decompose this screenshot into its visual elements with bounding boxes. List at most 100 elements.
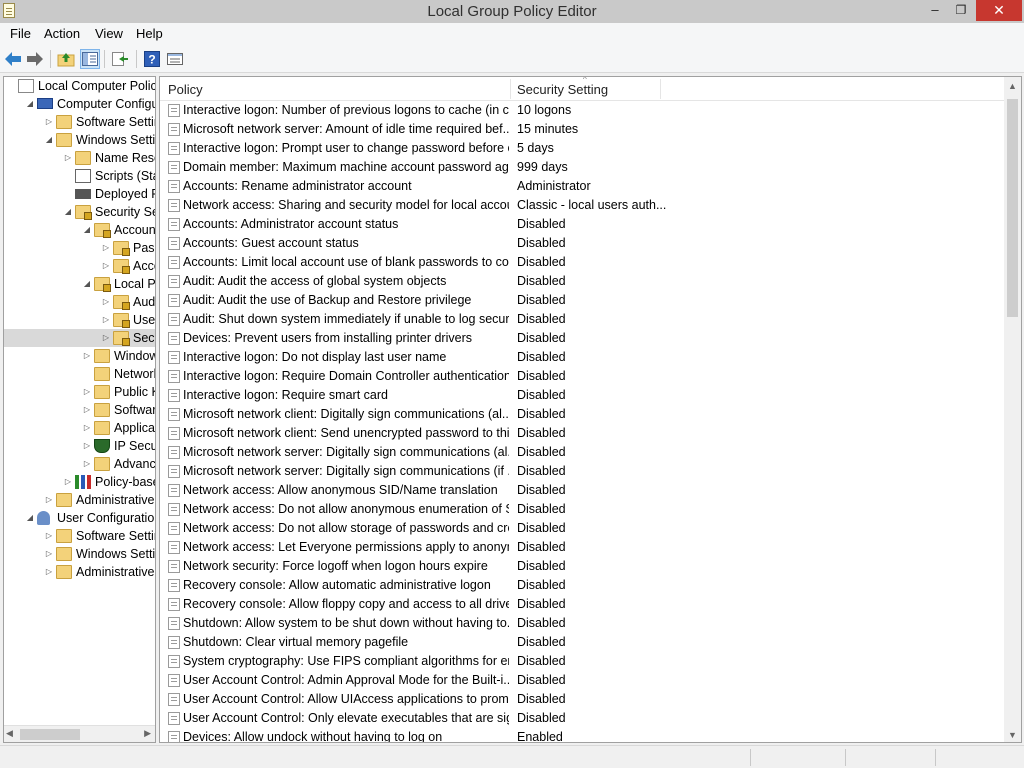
tree-item[interactable]: ▷ User R	[4, 311, 155, 329]
policy-row[interactable]: System cryptography: Use FIPS compliant …	[160, 652, 1006, 671]
menu-file[interactable]: File	[10, 26, 31, 41]
restore-button[interactable]: ❐	[948, 0, 974, 21]
expand-icon[interactable]: ▷	[82, 437, 92, 455]
policy-row[interactable]: Interactive logon: Do not display last u…	[160, 348, 1006, 367]
tree-item[interactable]: ▷ Advanced	[4, 455, 155, 473]
policy-row[interactable]: Microsoft network server: Digitally sign…	[160, 443, 1006, 462]
tree-item[interactable]: ◢ Local Poli	[4, 275, 155, 293]
tree-horizontal-scrollbar[interactable]: ◀ ▶	[4, 725, 155, 742]
collapse-icon[interactable]: ◢	[25, 95, 35, 113]
policy-row[interactable]: Accounts: Limit local account use of bla…	[160, 253, 1006, 272]
tree-item[interactable]: ▷ Public Key	[4, 383, 155, 401]
policy-row[interactable]: Recovery console: Allow floppy copy and …	[160, 595, 1006, 614]
policy-row[interactable]: Microsoft network server: Amount of idle…	[160, 120, 1006, 139]
tree-item[interactable]: ▷ Software F	[4, 401, 155, 419]
menu-view[interactable]: View	[95, 26, 123, 41]
tree-item[interactable]: ◢ Security Settin	[4, 203, 155, 221]
policy-row[interactable]: Network access: Let Everyone permissions…	[160, 538, 1006, 557]
collapse-icon[interactable]: ◢	[44, 131, 54, 149]
collapse-icon[interactable]: ◢	[25, 509, 35, 527]
expand-icon[interactable]: ▷	[44, 527, 54, 545]
collapse-icon[interactable]: ◢	[63, 203, 73, 221]
policy-row[interactable]: Microsoft network client: Digitally sign…	[160, 405, 1006, 424]
policy-row[interactable]: User Account Control: Only elevate execu…	[160, 709, 1006, 728]
tree-item[interactable]: ▷ Accou	[4, 257, 155, 275]
policy-row[interactable]: Interactive logon: Require Domain Contro…	[160, 367, 1006, 386]
policy-row[interactable]: Interactive logon: Number of previous lo…	[160, 101, 1006, 120]
tree-item[interactable]: ▷ Software Settings	[4, 527, 155, 545]
tree-item[interactable]: ▷ Name Resolu	[4, 149, 155, 167]
expand-icon[interactable]: ▷	[44, 491, 54, 509]
tree-item[interactable]: ◢ User Configuration	[4, 509, 155, 527]
tree-item[interactable]: ◢ Computer Configura	[4, 95, 155, 113]
expand-icon[interactable]: ▷	[101, 239, 111, 257]
column-header-security-setting[interactable]: Security Setting	[517, 82, 608, 97]
policy-row[interactable]: Network access: Do not allow storage of …	[160, 519, 1006, 538]
expand-icon[interactable]: ▷	[101, 257, 111, 275]
policy-row[interactable]: Microsoft network client: Send unencrypt…	[160, 424, 1006, 443]
show-hide-console-tree-button[interactable]	[80, 49, 100, 69]
policy-row[interactable]: Devices: Allow undock without having to …	[160, 728, 1006, 742]
column-header-policy[interactable]: Policy	[168, 82, 203, 97]
scroll-left-arrow-icon[interactable]: ◀	[6, 728, 13, 739]
collapse-icon[interactable]: ◢	[82, 275, 92, 293]
policy-row[interactable]: Accounts: Administrator account status Di…	[160, 215, 1006, 234]
policy-row[interactable]: Interactive logon: Require smart card Dis…	[160, 386, 1006, 405]
policy-row[interactable]: Network access: Allow anonymous SID/Name…	[160, 481, 1006, 500]
expand-icon[interactable]: ▷	[63, 149, 73, 167]
tree-item[interactable]: ▷ IP Security	[4, 437, 155, 455]
minimize-button[interactable]: –	[922, 0, 948, 21]
tree-item[interactable]: ▷ Windows	[4, 347, 155, 365]
policy-row[interactable]: Audit: Shut down system immediately if u…	[160, 310, 1006, 329]
policy-row[interactable]: Microsoft network server: Digitally sign…	[160, 462, 1006, 481]
policy-row[interactable]: User Account Control: Admin Approval Mod…	[160, 671, 1006, 690]
expand-icon[interactable]: ▷	[44, 563, 54, 581]
policy-row[interactable]: Recovery console: Allow automatic admini…	[160, 576, 1006, 595]
expand-icon[interactable]: ▷	[82, 347, 92, 365]
policy-row[interactable]: Network access: Do not allow anonymous e…	[160, 500, 1006, 519]
policy-row[interactable]: Network security: Force logoff when logo…	[160, 557, 1006, 576]
properties-button[interactable]	[165, 49, 185, 69]
policy-row[interactable]: Network access: Sharing and security mod…	[160, 196, 1006, 215]
tree-item[interactable]: ▷ Windows Setting	[4, 545, 155, 563]
tree-item[interactable]: ▷ Software Settings	[4, 113, 155, 131]
tree-item[interactable]: ◢ Windows Setting	[4, 131, 155, 149]
policy-row[interactable]: User Account Control: Allow UIAccess app…	[160, 690, 1006, 709]
policy-row[interactable]: Devices: Prevent users from installing p…	[160, 329, 1006, 348]
expand-icon[interactable]: ▷	[44, 113, 54, 131]
scroll-up-arrow-icon[interactable]: ▲	[1008, 81, 1017, 91]
policy-row[interactable]: Accounts: Guest account status Disabled	[160, 234, 1006, 253]
help-button[interactable]: ?	[142, 49, 162, 69]
forward-button[interactable]	[25, 49, 45, 69]
scroll-thumb[interactable]	[20, 729, 80, 740]
scroll-down-arrow-icon[interactable]: ▼	[1008, 730, 1017, 740]
tree-item[interactable]: Deployed Prin	[4, 185, 155, 203]
expand-icon[interactable]: ▷	[82, 401, 92, 419]
tree-item[interactable]: ◢ Account P	[4, 221, 155, 239]
policy-row[interactable]: Audit: Audit the access of global system…	[160, 272, 1006, 291]
expand-icon[interactable]: ▷	[101, 311, 111, 329]
tree-item[interactable]: ▷ Securi	[4, 329, 155, 347]
tree-item[interactable]: ▷ Administrative Te	[4, 563, 155, 581]
policy-row[interactable]: Audit: Audit the use of Backup and Resto…	[160, 291, 1006, 310]
back-button[interactable]	[3, 49, 23, 69]
column-divider[interactable]	[510, 79, 511, 99]
export-list-button[interactable]	[110, 49, 130, 69]
tree-item[interactable]: Scripts (Startu	[4, 167, 155, 185]
menu-action[interactable]: Action	[44, 26, 80, 41]
list-vertical-scrollbar[interactable]: ▲ ▼	[1004, 77, 1021, 742]
up-one-level-button[interactable]	[56, 49, 76, 69]
expand-icon[interactable]: ▷	[82, 419, 92, 437]
scroll-thumb[interactable]	[1007, 99, 1018, 317]
column-divider[interactable]	[660, 79, 661, 99]
policy-row[interactable]: Shutdown: Allow system to be shut down w…	[160, 614, 1006, 633]
tree-item[interactable]: ▷ Administrative Te	[4, 491, 155, 509]
tree-item[interactable]: Network L	[4, 365, 155, 383]
collapse-icon[interactable]: ◢	[82, 221, 92, 239]
expand-icon[interactable]: ▷	[101, 329, 111, 347]
close-button[interactable]: ✕	[976, 0, 1022, 21]
expand-icon[interactable]: ▷	[82, 383, 92, 401]
expand-icon[interactable]: ▷	[63, 473, 73, 491]
policy-row[interactable]: Shutdown: Clear virtual memory pagefile D…	[160, 633, 1006, 652]
scroll-right-arrow-icon[interactable]: ▶	[144, 728, 151, 739]
